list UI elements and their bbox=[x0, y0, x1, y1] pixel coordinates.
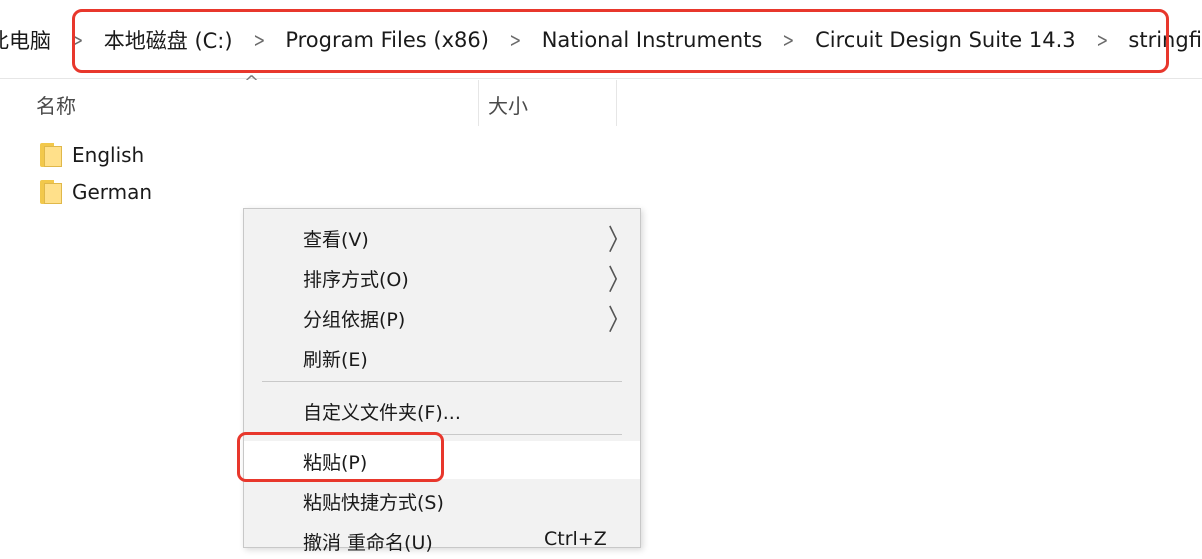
menu-item-undo-rename[interactable]: 撤消 重命名(U) Ctrl+Z bbox=[244, 521, 640, 559]
menu-item-customize-folder[interactable]: 自定义文件夹(F)... bbox=[244, 391, 640, 429]
column-divider[interactable] bbox=[478, 80, 479, 126]
file-name: English bbox=[72, 143, 145, 167]
breadcrumb: 此电脑 > 本地磁盘 (C:) > Program Files (x86) > … bbox=[0, 22, 1202, 58]
chevron-right-icon[interactable]: > bbox=[1096, 28, 1108, 52]
column-header-size[interactable]: 大小 bbox=[488, 90, 528, 119]
column-divider[interactable] bbox=[616, 80, 617, 126]
menu-item-shortcut: Ctrl+Z bbox=[544, 528, 607, 550]
menu-item-label: 排序方式(O) bbox=[303, 269, 409, 291]
menu-item-label: 自定义文件夹(F)... bbox=[303, 402, 461, 424]
list-item[interactable]: English bbox=[40, 140, 144, 170]
folder-icon bbox=[40, 180, 62, 204]
menu-item-paste[interactable]: 粘贴(P) bbox=[244, 441, 640, 479]
breadcrumb-item-program-files[interactable]: Program Files (x86) bbox=[285, 28, 489, 52]
breadcrumb-item-this-pc[interactable]: 此电脑 bbox=[0, 25, 51, 55]
menu-item-label: 刷新(E) bbox=[303, 349, 368, 371]
menu-item-label: 粘贴(P) bbox=[303, 452, 368, 474]
menu-item-label: 分组依据(P) bbox=[303, 309, 406, 331]
chevron-right-icon[interactable]: > bbox=[72, 28, 84, 52]
list-item[interactable]: German bbox=[40, 177, 152, 207]
chevron-right-icon[interactable]: > bbox=[783, 28, 795, 52]
sort-ascending-icon: ^ bbox=[244, 72, 260, 93]
chevron-right-icon: 〉 bbox=[608, 265, 631, 298]
menu-item-refresh[interactable]: 刷新(E) bbox=[244, 338, 640, 376]
breadcrumb-item-national-instruments[interactable]: National Instruments bbox=[542, 28, 763, 52]
menu-item-sort-by[interactable]: 排序方式(O) 〉 bbox=[244, 258, 640, 298]
menu-item-view[interactable]: 查看(V) 〉 bbox=[244, 218, 640, 258]
folder-icon bbox=[40, 143, 62, 167]
chevron-right-icon[interactable]: > bbox=[253, 28, 265, 52]
menu-item-label: 撤消 重命名(U) bbox=[303, 532, 433, 554]
chevron-right-icon: 〉 bbox=[608, 225, 631, 258]
menu-separator bbox=[262, 434, 622, 435]
chevron-right-icon[interactable]: > bbox=[509, 28, 521, 52]
address-bar[interactable]: 此电脑 > 本地磁盘 (C:) > Program Files (x86) > … bbox=[0, 0, 1202, 79]
context-menu: 查看(V) 〉 排序方式(O) 〉 分组依据(P) 〉 刷新(E) 自定义文件夹… bbox=[243, 208, 641, 554]
menu-item-label: 查看(V) bbox=[303, 229, 369, 251]
breadcrumb-item-circuit-design-suite[interactable]: Circuit Design Suite 14.3 bbox=[815, 28, 1076, 52]
chevron-right-icon: 〉 bbox=[608, 305, 631, 338]
file-name: German bbox=[72, 180, 153, 204]
menu-item-paste-shortcut[interactable]: 粘贴快捷方式(S) bbox=[244, 481, 640, 519]
column-header-name[interactable]: 名称 bbox=[36, 90, 76, 119]
menu-item-group-by[interactable]: 分组依据(P) 〉 bbox=[244, 298, 640, 338]
breadcrumb-item-local-disk[interactable]: 本地磁盘 (C:) bbox=[104, 25, 233, 55]
breadcrumb-item-stringfiles[interactable]: stringfiles bbox=[1128, 28, 1202, 52]
menu-separator bbox=[262, 381, 622, 382]
menu-item-label: 粘贴快捷方式(S) bbox=[303, 492, 444, 514]
